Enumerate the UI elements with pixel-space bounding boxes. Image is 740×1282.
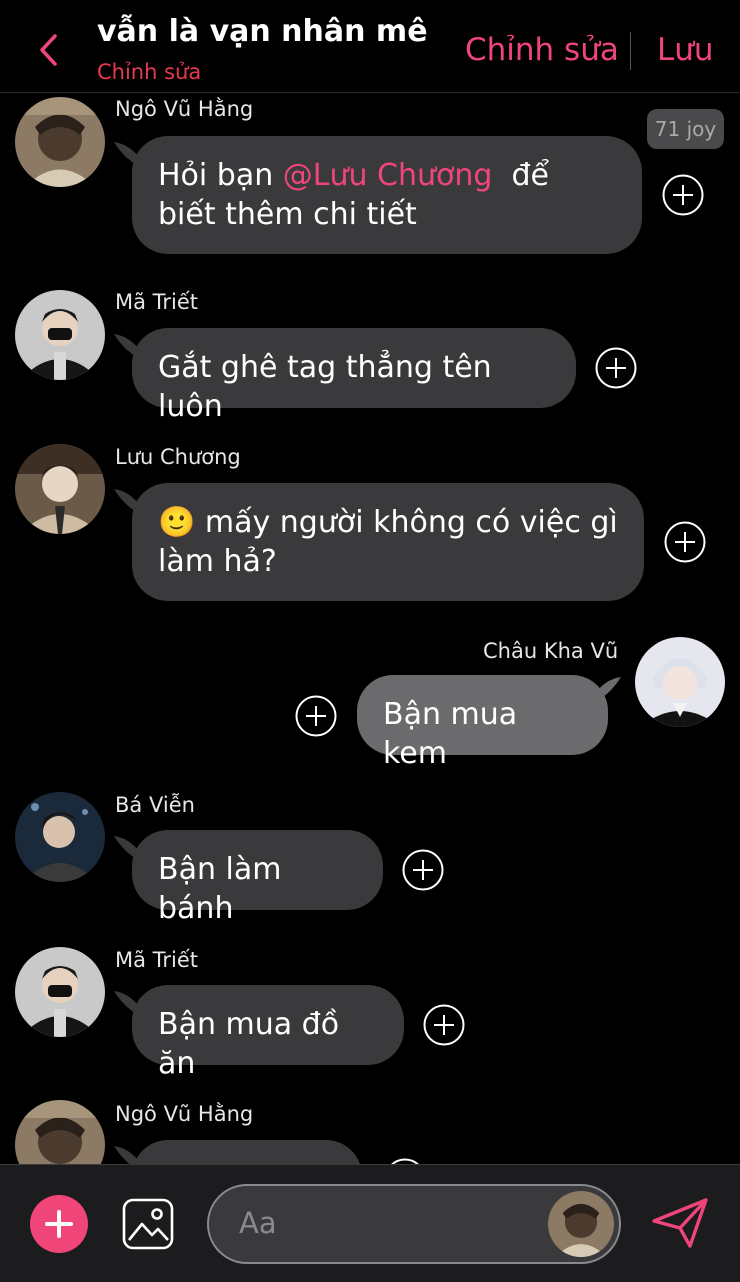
chat-header: vẫn là vạn nhân mê Chỉnh sửa Chỉnh sửa L… (0, 0, 740, 93)
sender-name: Mã Triết (115, 290, 199, 314)
message-text: Hỏi bạn (158, 158, 283, 193)
avatar[interactable] (15, 1100, 105, 1164)
message-bubble[interactable]: Bận mua kem (357, 675, 608, 771)
save-button[interactable]: Lưu (657, 32, 714, 68)
send-icon (652, 1198, 708, 1248)
avatar[interactable] (15, 444, 105, 534)
image-button[interactable] (122, 1198, 174, 1250)
message-text: Gắt ghê tag thẳng tên luôn (158, 350, 492, 424)
sender-name: Ngô Vũ Hằng (115, 97, 254, 121)
message-bubble[interactable]: Bận làm bánh (132, 830, 383, 926)
avatar[interactable] (15, 290, 105, 380)
sender-name: Châu Kha Vũ (483, 639, 619, 663)
add-reaction-icon[interactable] (664, 521, 706, 563)
message-bubble[interactable]: Hỏi bạn @Lưu Chương để biết thêm chi tiế… (132, 136, 642, 254)
composer-bar: Aa (0, 1164, 740, 1282)
add-reaction-icon[interactable] (595, 347, 637, 389)
add-reaction-icon[interactable] (295, 695, 337, 737)
message-item: Mã Triết Gắt ghê tag thẳng tên luôn (0, 287, 740, 424)
message-bubble[interactable]: Gắt ghê tag thẳng tên luôn (132, 328, 576, 424)
image-icon (122, 1198, 174, 1250)
avatar[interactable] (15, 792, 105, 882)
mention-link[interactable]: @Lưu Chương (283, 158, 493, 193)
message-text: Bận mua kem (383, 697, 518, 771)
message-item: Bá Viễn Bận làm bánh (0, 792, 740, 926)
plus-icon (45, 1210, 73, 1238)
send-button[interactable] (650, 1197, 710, 1249)
message-list[interactable]: 71 joy Ngô Vũ Hằng Hỏi bạn @Lưu Chương đ… (0, 92, 740, 1164)
sender-name: Lưu Chương (115, 445, 241, 469)
sender-name: Mã Triết (115, 948, 199, 972)
message-input[interactable]: Aa (207, 1184, 621, 1264)
smiley-emoji: 🙂 (158, 505, 196, 540)
add-reaction-icon[interactable] (423, 1004, 465, 1046)
message-item: Mã Triết Bận mua đồ ăn (0, 947, 740, 1081)
message-item: Châu Kha Vũ Bận mua kem (0, 632, 740, 771)
add-attachment-button[interactable] (30, 1195, 88, 1253)
message-text: Bận mua đồ ăn (158, 1007, 340, 1081)
message-item: Lưu Chương 🙂 mấy người không có việc gì … (0, 442, 740, 612)
back-button[interactable] (28, 30, 68, 70)
avatar[interactable] (15, 97, 105, 187)
message-item: Ngô Vũ Hằng Hỏi bạn @Lưu Chương để biết … (0, 92, 740, 262)
chat-title: vẫn là vạn nhân mê (97, 14, 428, 49)
avatar[interactable] (635, 637, 725, 727)
sender-name: Ngô Vũ Hằng (115, 1102, 254, 1126)
header-divider (630, 32, 631, 70)
message-text: mấy người không có việc gì làm hả? (158, 505, 618, 579)
message-bubble[interactable]: 🙂 mấy người không có việc gì làm hả? (132, 483, 644, 601)
sender-name: Bá Viễn (115, 793, 195, 817)
message-input-placeholder: Aa (239, 1206, 277, 1240)
message-bubble[interactable]: Bận mua đồ ăn (132, 985, 404, 1081)
persona-avatar[interactable] (548, 1191, 614, 1257)
edit-button[interactable]: Chỉnh sửa (465, 32, 619, 68)
message-text: Bận làm bánh (158, 852, 282, 926)
message-item: Ngô Vũ Hằng (0, 1100, 740, 1164)
avatar[interactable] (15, 947, 105, 1037)
chevron-left-icon (40, 34, 57, 66)
add-reaction-icon[interactable] (662, 174, 704, 216)
message-bubble[interactable] (132, 1140, 362, 1164)
add-reaction-icon[interactable] (402, 849, 444, 891)
chat-subtitle: Chỉnh sửa (97, 60, 202, 84)
